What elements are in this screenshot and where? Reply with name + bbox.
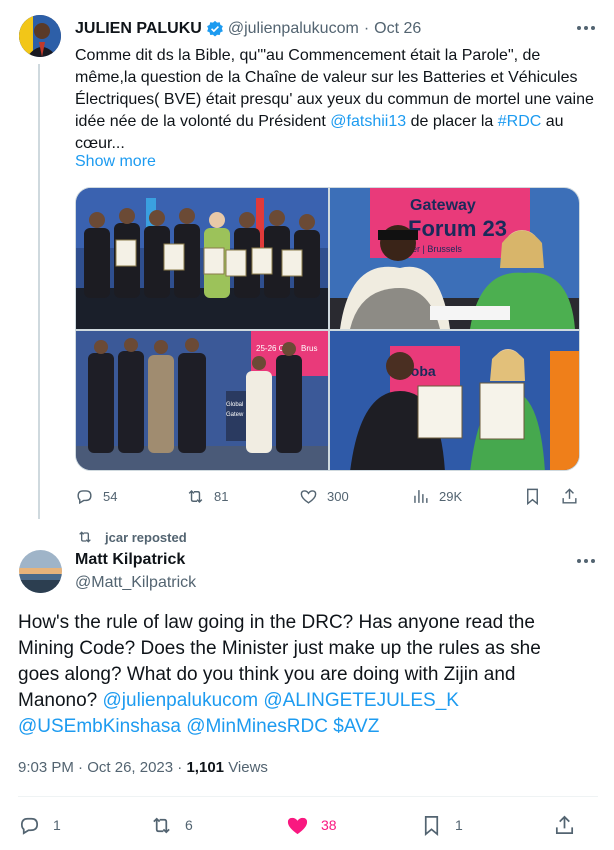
like-count: 300	[327, 488, 349, 504]
media-grid: Gateway Forum 23 er | Brussels 25-26 Oc …	[75, 187, 580, 471]
separator-dot: ·	[363, 20, 370, 37]
bookmark-button[interactable]	[523, 485, 551, 507]
divider	[18, 796, 598, 797]
reply-icon	[77, 489, 92, 504]
separator-dot: ·	[78, 759, 88, 776]
reply-button[interactable]: 54	[75, 485, 117, 507]
photo-group-signing[interactable]	[76, 188, 328, 329]
mention-links[interactable]: @USEmbKinshasa @MinMinesRDC $AVZ	[18, 716, 379, 737]
verified-badge-icon	[206, 20, 224, 38]
tweet-date[interactable]: Oct 26	[374, 20, 421, 38]
reply-icon	[20, 817, 39, 835]
tweet-date[interactable]: Oct 26, 2023	[87, 759, 173, 776]
share-button[interactable]	[553, 813, 588, 837]
like-button[interactable]: 38	[286, 813, 337, 837]
views-count: 1,101	[186, 759, 225, 776]
share-icon	[555, 815, 574, 834]
views-button[interactable]: 29K	[411, 485, 462, 507]
hashtag-link[interactable]: #RDC	[498, 113, 542, 130]
bookmark-count: 1	[455, 817, 463, 833]
repost-label: jcar reposted	[105, 529, 187, 545]
more-icon[interactable]	[574, 553, 598, 571]
like-icon	[300, 489, 317, 504]
tweet-header: JULIEN PALUKU @julienpalukucom · Oct 26	[75, 18, 600, 40]
tweet-text: How's the rule of law going in the DRC? …	[18, 610, 578, 740]
tweet-text-part: de placer la	[406, 113, 498, 130]
mention-link[interactable]: @fatshii13	[330, 113, 406, 130]
like-icon	[287, 817, 308, 834]
views-count: 29K	[439, 488, 463, 504]
repost-button[interactable]: 81	[186, 485, 228, 507]
views-icon	[414, 489, 428, 503]
author-handle[interactable]: @Matt_Kilpatrick	[75, 574, 196, 592]
reply-button[interactable]: 1	[18, 813, 61, 837]
avatar[interactable]	[19, 550, 62, 593]
banner-text: Forum 23	[408, 216, 507, 241]
mention-links[interactable]: @julienpalukucom @ALINGETEJULES_K	[103, 690, 459, 711]
thread-connector-line	[38, 64, 40, 519]
reply-count: 1	[53, 817, 61, 833]
like-count: 38	[321, 817, 337, 833]
share-button[interactable]	[560, 485, 588, 507]
repost-icon	[79, 531, 91, 543]
backdrop-text: Global	[226, 402, 243, 408]
photo-forum-signing[interactable]: Gateway Forum 23 er | Brussels	[330, 188, 579, 329]
banner-text: er | Brussels	[412, 244, 462, 254]
views-label: Views	[228, 759, 268, 776]
author-name[interactable]: JULIEN PALUKU	[75, 20, 202, 38]
repost-count: 6	[185, 817, 193, 833]
reply-count: 54	[103, 488, 118, 504]
author-handle[interactable]: @julienpalukucom	[228, 20, 359, 38]
repost-indicator[interactable]: jcar reposted	[75, 528, 187, 546]
photo-document-exchange[interactable]: Globa	[330, 331, 579, 470]
repost-button[interactable]: 6	[150, 813, 193, 837]
share-icon	[562, 487, 577, 504]
repost-icon	[188, 489, 203, 503]
backdrop-text: Gatew	[226, 412, 244, 418]
repost-count: 81	[214, 488, 229, 504]
like-button[interactable]: 300	[299, 485, 349, 507]
bookmark-button[interactable]: 1	[420, 813, 463, 837]
show-more-link[interactable]: Show more	[75, 153, 156, 171]
tweet-actions: 54 81 300 29K	[75, 485, 585, 507]
more-icon[interactable]	[574, 20, 598, 38]
photo-group-standing[interactable]: 25-26 Oc Brus Global Gatew	[76, 331, 328, 470]
author-name[interactable]: Matt Kilpatrick	[75, 551, 185, 569]
tweet-actions: 1 6 38 1	[18, 813, 598, 837]
tweet-text: Comme dit ds la Bible, qu'"au Commenceme…	[75, 45, 595, 155]
bookmark-icon	[424, 815, 439, 836]
backdrop-text: Brus	[301, 344, 317, 353]
banner-text: Gateway	[410, 197, 476, 214]
repost-icon	[153, 817, 170, 833]
tweet-time[interactable]: 9:03 PM	[18, 759, 74, 776]
tweet-metadata: 9:03 PM · Oct 26, 2023 · 1,101 Views	[18, 759, 268, 776]
avatar[interactable]	[19, 15, 61, 57]
bookmark-icon	[527, 488, 538, 505]
